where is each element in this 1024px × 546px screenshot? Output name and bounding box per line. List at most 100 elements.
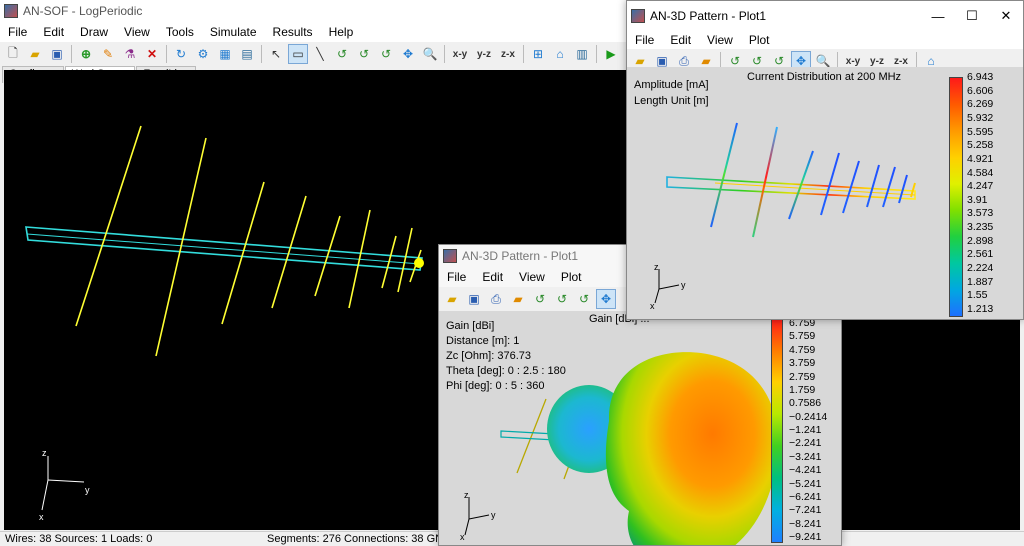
colorbar-tick-label: 2.759 bbox=[789, 370, 816, 383]
print-icon[interactable]: ⎙ bbox=[486, 289, 506, 309]
main-title: AN-SOF - LogPeriodic bbox=[23, 4, 143, 18]
gain-antenna-element bbox=[516, 398, 547, 474]
gain-menu-view[interactable]: View bbox=[511, 270, 553, 284]
line-icon[interactable]: ╲ bbox=[310, 44, 330, 64]
current-plot-titlebar[interactable]: AN-3D Pattern - Plot1 — ☐ ✕ bbox=[627, 1, 1023, 31]
colorbar-tick-label: 3.759 bbox=[789, 357, 816, 370]
main-lobe bbox=[605, 352, 778, 545]
menu-help[interactable]: Help bbox=[321, 25, 362, 39]
colorbar-tick-label: 6.269 bbox=[967, 98, 994, 111]
rotate-x-icon[interactable]: ↺ bbox=[332, 44, 352, 64]
rotate-y-icon[interactable]: ↺ bbox=[354, 44, 374, 64]
save-icon[interactable]: ▣ bbox=[47, 44, 67, 64]
new-file-icon[interactable]: 🗋 bbox=[3, 44, 23, 64]
current-menu-edit[interactable]: Edit bbox=[662, 33, 699, 47]
menu-view[interactable]: View bbox=[116, 25, 158, 39]
colorbar-tick-label: 1.213 bbox=[967, 303, 994, 315]
gain-menu-plot[interactable]: Plot bbox=[553, 270, 590, 284]
axis-y-label: y bbox=[491, 510, 496, 520]
zoom-icon[interactable]: 🔍 bbox=[420, 44, 440, 64]
colorbar-tick-label: 5.258 bbox=[967, 139, 994, 152]
save-icon[interactable]: ▣ bbox=[464, 289, 484, 309]
axis-y-label: y bbox=[681, 280, 686, 290]
table-icon[interactable]: ▥ bbox=[572, 44, 592, 64]
move-icon[interactable]: ✥ bbox=[596, 289, 616, 309]
minimize-button[interactable]: — bbox=[921, 5, 955, 27]
menu-file[interactable]: File bbox=[0, 25, 35, 39]
colorbar-tick-label: 1.759 bbox=[789, 383, 816, 396]
paint-icon[interactable]: ⚗ bbox=[120, 44, 140, 64]
move-icon[interactable]: ✥ bbox=[398, 44, 418, 64]
colorbar-tick-label: 2.898 bbox=[967, 234, 994, 247]
menu-draw[interactable]: Draw bbox=[72, 25, 116, 39]
axis-x-label: x bbox=[39, 512, 44, 522]
app-logo-icon bbox=[4, 4, 18, 18]
colorbar-tick-label: 0.7586 bbox=[789, 397, 822, 410]
menu-edit[interactable]: Edit bbox=[35, 25, 72, 39]
rotate-x-icon[interactable]: ↺ bbox=[530, 289, 550, 309]
home-icon[interactable]: ⌂ bbox=[550, 44, 570, 64]
colorbar-tick-label: −4.241 bbox=[789, 464, 822, 477]
gain-colorbar bbox=[771, 317, 783, 543]
grid-icon[interactable]: ▦ bbox=[215, 44, 235, 64]
settings-icon[interactable]: ⚙ bbox=[193, 44, 213, 64]
rotate-z-icon[interactable]: ↺ bbox=[574, 289, 594, 309]
delete-icon[interactable]: ✕ bbox=[142, 44, 162, 64]
open-folder-icon[interactable]: ▰ bbox=[442, 289, 462, 309]
current-element bbox=[710, 122, 738, 228]
rotate-icon[interactable]: ↻ bbox=[171, 44, 191, 64]
current-colorbar bbox=[949, 77, 963, 317]
colorbar-tick-label: 4.584 bbox=[967, 166, 994, 179]
feed-point-icon bbox=[414, 258, 424, 268]
axis-z-label: z bbox=[42, 448, 47, 458]
status-left: Wires: 38 Sources: 1 Loads: 0 bbox=[5, 533, 153, 545]
run-icon[interactable]: ▶ bbox=[601, 44, 621, 64]
toolbar-separator bbox=[71, 45, 72, 63]
view-xy-button[interactable]: x-y bbox=[449, 44, 471, 64]
rotate-y-icon[interactable]: ↺ bbox=[552, 289, 572, 309]
current-plot-title: AN-3D Pattern - Plot1 bbox=[650, 9, 767, 23]
rotate-z-icon[interactable]: ↺ bbox=[376, 44, 396, 64]
colorbar-tick-label: 3.91 bbox=[967, 193, 988, 206]
gain-plot-area[interactable]: Gain [dBi] ... Gain [dBi] Distance [m]: … bbox=[439, 311, 841, 545]
add-icon[interactable]: ⊕ bbox=[76, 44, 96, 64]
current-menu-file[interactable]: File bbox=[627, 33, 662, 47]
colorbar-tick-label: 5.595 bbox=[967, 125, 994, 138]
toolbar-separator bbox=[444, 45, 445, 63]
pointer-icon[interactable]: ↖ bbox=[266, 44, 286, 64]
current-plot-area[interactable]: Current Distribution at 200 MHz Amplitud… bbox=[627, 67, 1023, 319]
folder-icon[interactable]: ▰ bbox=[508, 289, 528, 309]
axis-z-label: z bbox=[654, 262, 659, 272]
colorbar-tick-label: 1.55 bbox=[967, 289, 988, 302]
close-button[interactable]: ✕ bbox=[989, 5, 1023, 27]
toolbar-separator bbox=[166, 45, 167, 63]
select-rect-icon[interactable]: ▭ bbox=[288, 44, 308, 64]
colorbar-tick-label: −6.241 bbox=[789, 490, 822, 503]
current-distribution-drawing: z y x bbox=[650, 122, 916, 311]
menu-results[interactable]: Results bbox=[265, 25, 321, 39]
view-yz-button[interactable]: y-z bbox=[473, 44, 495, 64]
app-logo-icon bbox=[631, 9, 645, 23]
fit-icon[interactable]: ⊞ bbox=[528, 44, 548, 64]
menu-tools[interactable]: Tools bbox=[158, 25, 202, 39]
colorbar-tick-label: −8.241 bbox=[789, 517, 822, 530]
current-menu-plot[interactable]: Plot bbox=[741, 33, 778, 47]
calc-icon[interactable]: ▤ bbox=[237, 44, 257, 64]
colorbar-tick-label: −1.241 bbox=[789, 424, 822, 436]
maximize-button[interactable]: ☐ bbox=[955, 5, 989, 27]
axis-z-label: z bbox=[464, 490, 469, 500]
current-element bbox=[882, 166, 896, 208]
antenna-element bbox=[397, 227, 413, 293]
colorbar-tick-label: −2.241 bbox=[789, 437, 822, 450]
antenna-element bbox=[75, 125, 142, 327]
menu-simulate[interactable]: Simulate bbox=[202, 25, 265, 39]
view-zx-button[interactable]: z-x bbox=[497, 44, 519, 64]
toolbar-separator bbox=[596, 45, 597, 63]
pencil-icon[interactable]: ✎ bbox=[98, 44, 118, 64]
open-folder-icon[interactable]: ▰ bbox=[25, 44, 45, 64]
axis-y-line bbox=[468, 514, 490, 520]
axis-x-label: x bbox=[460, 532, 465, 542]
gain-menu-edit[interactable]: Edit bbox=[474, 270, 511, 284]
current-menu-view[interactable]: View bbox=[699, 33, 741, 47]
gain-menu-file[interactable]: File bbox=[439, 270, 474, 284]
